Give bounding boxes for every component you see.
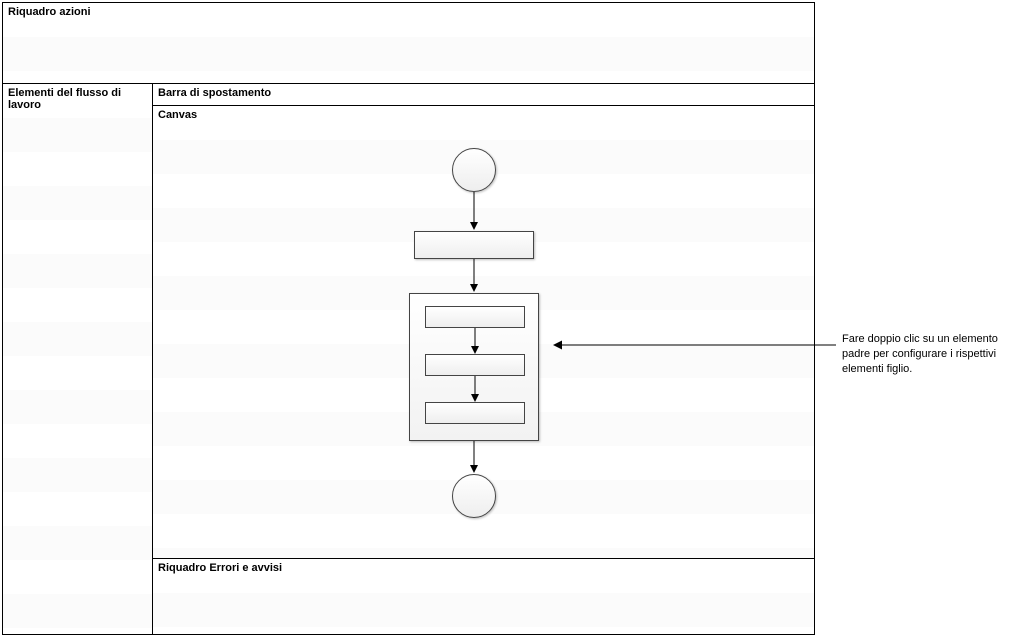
child-activity-1[interactable] bbox=[425, 306, 525, 328]
navigation-bar-title: Barra di spostamento bbox=[153, 84, 814, 102]
right-column: Barra di spostamento Canvas bbox=[153, 84, 814, 634]
annotation-text: Fare doppio clic su un elemento padre pe… bbox=[842, 332, 1007, 377]
child-activity-2[interactable] bbox=[425, 354, 525, 376]
start-node[interactable] bbox=[452, 148, 496, 192]
workflow-elements-pane: Elementi del flusso di lavoro bbox=[3, 84, 153, 634]
canvas-pane[interactable]: Canvas bbox=[153, 106, 814, 559]
actions-pane: Riquadro azioni bbox=[3, 3, 814, 84]
child-activity-3[interactable] bbox=[425, 402, 525, 424]
parent-container-node[interactable] bbox=[409, 293, 539, 441]
end-node[interactable] bbox=[452, 474, 496, 518]
workflow-editor-frame: Riquadro azioni Elementi del flusso di l… bbox=[2, 2, 815, 635]
lower-row: Elementi del flusso di lavoro Barra di s… bbox=[3, 84, 814, 634]
errors-warnings-pane: Riquadro Errori e avvisi bbox=[153, 559, 814, 634]
navigation-bar: Barra di spostamento bbox=[153, 84, 814, 106]
workflow-elements-title: Elementi del flusso di lavoro bbox=[3, 84, 152, 114]
canvas-title: Canvas bbox=[153, 106, 814, 124]
activity-node[interactable] bbox=[414, 231, 534, 259]
errors-warnings-title: Riquadro Errori e avvisi bbox=[153, 559, 814, 577]
actions-pane-title: Riquadro azioni bbox=[3, 3, 814, 21]
